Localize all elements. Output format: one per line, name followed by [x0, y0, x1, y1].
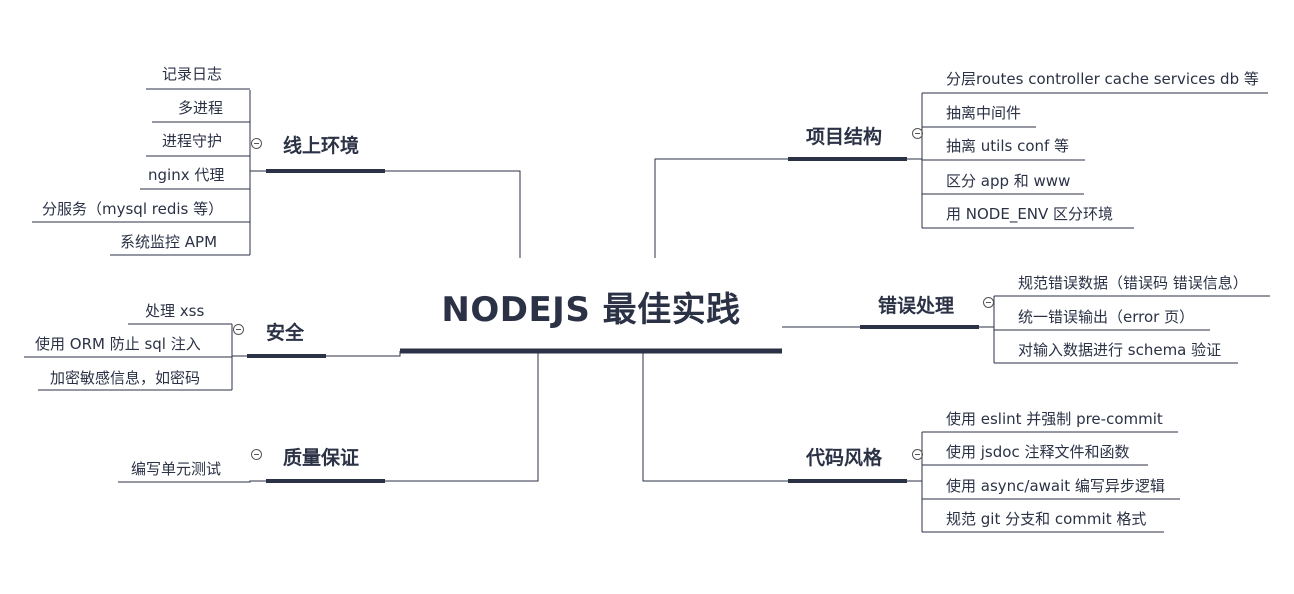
branch-quality[interactable]: 质量保证	[283, 443, 359, 470]
leaf-online-env[interactable]: 系统监控 APM	[120, 231, 217, 252]
root-topic[interactable]: NODEJS 最佳实践	[400, 282, 782, 331]
leaf-code-style[interactable]: 使用 async/await 编写异步逻辑	[946, 475, 1165, 496]
leaf-code-style[interactable]: 规范 git 分支和 commit 格式	[946, 508, 1146, 529]
collapse-toggle-icon[interactable]	[251, 449, 262, 460]
collapse-toggle-icon[interactable]	[251, 138, 262, 149]
branch-project-structure[interactable]: 项目结构	[806, 122, 882, 149]
leaf-error-handling[interactable]: 对输入数据进行 schema 验证	[1018, 339, 1221, 360]
leaf-error-handling[interactable]: 规范错误数据（错误码 错误信息）	[1018, 272, 1248, 293]
leaf-project-structure[interactable]: 用 NODE_ENV 区分环境	[946, 203, 1113, 224]
leaf-online-env[interactable]: 多进程	[178, 97, 223, 118]
leaf-project-structure[interactable]: 区分 app 和 www	[946, 170, 1070, 191]
leaf-project-structure[interactable]: 抽离中间件	[946, 102, 1021, 123]
leaf-project-structure[interactable]: 分层routes controller cache services db 等	[946, 68, 1259, 89]
leaf-code-style[interactable]: 使用 eslint 并强制 pre-commit	[946, 408, 1163, 429]
collapse-toggle-icon[interactable]	[912, 449, 923, 460]
leaf-error-handling[interactable]: 统一错误输出（error 页）	[1018, 306, 1194, 327]
collapse-toggle-icon[interactable]	[912, 128, 923, 139]
leaf-online-env[interactable]: 记录日志	[162, 63, 222, 84]
leaf-security[interactable]: 使用 ORM 防止 sql 注入	[35, 333, 201, 354]
branch-security[interactable]: 安全	[266, 318, 304, 345]
branch-error-handling[interactable]: 错误处理	[878, 291, 954, 318]
leaf-security[interactable]: 加密敏感信息，如密码	[50, 367, 200, 388]
collapse-toggle-icon[interactable]	[983, 297, 994, 308]
branch-code-style[interactable]: 代码风格	[806, 443, 882, 470]
leaf-online-env[interactable]: 分服务（mysql redis 等）	[42, 198, 223, 219]
leaf-security[interactable]: 处理 xss	[145, 300, 204, 321]
collapse-toggle-icon[interactable]	[233, 324, 244, 335]
leaf-online-env[interactable]: 进程守护	[162, 130, 222, 151]
leaf-code-style[interactable]: 使用 jsdoc 注释文件和函数	[946, 441, 1129, 462]
branch-online-env[interactable]: 线上环境	[283, 131, 359, 158]
leaf-online-env[interactable]: nginx 代理	[148, 164, 224, 185]
leaf-quality[interactable]: 编写单元测试	[131, 458, 221, 479]
leaf-project-structure[interactable]: 抽离 utils conf 等	[946, 135, 1069, 156]
